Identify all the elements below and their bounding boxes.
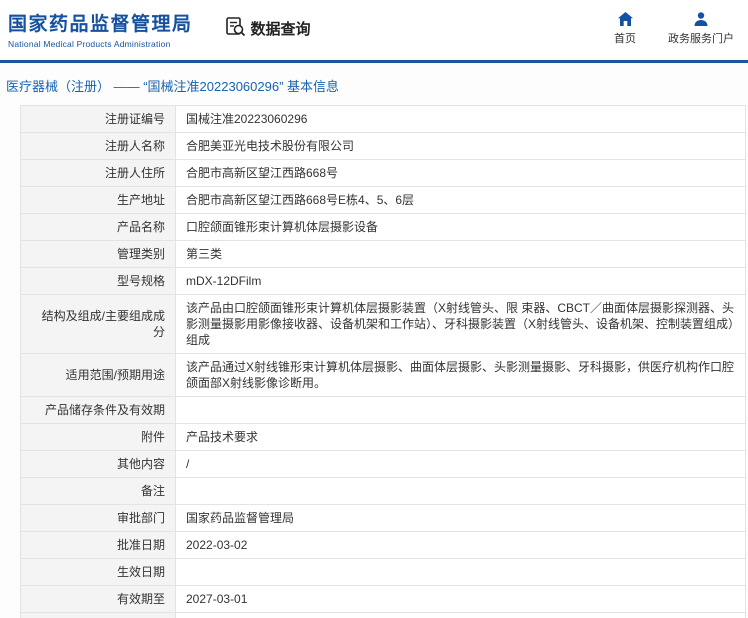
row-label: 变更情况 <box>20 612 176 618</box>
table-row: 适用范围/预期用途 该产品通过X射线锥形束计算机体层摄影、曲面体层摄影、头影测量… <box>20 353 746 397</box>
table-row: 批准日期 2022-03-02 <box>20 531 746 559</box>
row-value: 合肥市高新区望江西路668号 <box>175 159 746 187</box>
site-header: 国家药品监督管理局 National Medical Products Admi… <box>0 0 748 63</box>
table-row: 备注 <box>20 477 746 505</box>
table-row: 型号规格 mDX-12DFilm <box>20 267 746 295</box>
table-row: 注册人名称 合肥美亚光电技术股份有限公司 <box>20 132 746 160</box>
row-label: 有效期至 <box>20 585 176 613</box>
registration-info-table: 注册证编号 国械注准20223060296 注册人名称 合肥美亚光电技术股份有限… <box>20 105 746 618</box>
row-value: 该产品由口腔颌面锥形束计算机体层摄影装置（X射线管头、限 束器、CBCT／曲面体… <box>175 294 746 354</box>
row-value <box>175 558 746 586</box>
site-subtitle: National Medical Products Administration <box>8 39 171 49</box>
row-label: 结构及组成/主要组成成分 <box>20 294 176 354</box>
row-label: 批准日期 <box>20 531 176 559</box>
row-label: 生产地址 <box>20 186 176 214</box>
row-label: 生效日期 <box>20 558 176 586</box>
row-label: 其他内容 <box>20 450 176 478</box>
row-value: 产品技术要求 <box>175 423 746 451</box>
row-value: 合肥美亚光电技术股份有限公司 <box>175 132 746 160</box>
row-label: 备注 <box>20 477 176 505</box>
table-row: 结构及组成/主要组成成分 该产品由口腔颌面锥形束计算机体层摄影装置（X射线管头、… <box>20 294 746 354</box>
row-value: 2022-03-02 <box>175 531 746 559</box>
home-icon <box>617 11 634 27</box>
row-value: / <box>175 450 746 478</box>
brand: 国家药品监督管理局 National Medical Products Admi… <box>8 9 193 49</box>
row-label: 注册证编号 <box>20 105 176 133</box>
table-row: 变更情况 2022-03-16 “生产地址：合肥市高新区望江西路668号” 变更… <box>20 612 746 618</box>
row-value: 该产品通过X射线锥形束计算机体层摄影、曲面体层摄影、头影测量摄影、牙科摄影，供医… <box>175 353 746 397</box>
row-value: 合肥市高新区望江西路668号E栋4、5、6层 <box>175 186 746 214</box>
table-row: 审批部门 国家药品监督管理局 <box>20 504 746 532</box>
row-value: 国家药品监督管理局 <box>175 504 746 532</box>
header-right: 首页 政务服务门户 <box>610 11 734 46</box>
table-row: 产品名称 口腔颌面锥形束计算机体层摄影设备 <box>20 213 746 241</box>
page: 国家药品监督管理局 National Medical Products Admi… <box>0 0 748 618</box>
table-row: 注册证编号 国械注准20223060296 <box>20 105 746 133</box>
site-title: 国家药品监督管理局 <box>8 14 193 35</box>
row-value: 2027-03-01 <box>175 585 746 613</box>
data-query-nav[interactable]: 数据查询 <box>225 16 311 41</box>
data-query-icon <box>225 16 246 41</box>
table-row: 附件 产品技术要求 <box>20 423 746 451</box>
row-value: 2022-03-16 “生产地址：合肥市高新区望江西路668号” 变更为 “生产… <box>175 612 746 618</box>
data-query-label: 数据查询 <box>250 21 311 38</box>
table-row: 有效期至 2027-03-01 <box>20 585 746 613</box>
row-label: 审批部门 <box>20 504 176 532</box>
row-value: 第三类 <box>175 240 746 268</box>
page-title: 医疗器械（注册） —— “国械注准20223060296” 基本信息 <box>6 79 340 94</box>
portal-link-label: 政务服务门户 <box>668 33 734 45</box>
row-value <box>175 477 746 505</box>
home-link[interactable]: 首页 <box>610 11 640 46</box>
row-value <box>175 396 746 424</box>
home-link-label: 首页 <box>614 33 636 45</box>
row-label: 型号规格 <box>20 267 176 295</box>
row-label: 适用范围/预期用途 <box>20 353 176 397</box>
row-label: 管理类别 <box>20 240 176 268</box>
row-label: 附件 <box>20 423 176 451</box>
row-label: 注册人住所 <box>20 159 176 187</box>
row-value: 国械注准20223060296 <box>175 105 746 133</box>
row-value: mDX-12DFilm <box>175 267 746 295</box>
table-row: 产品储存条件及有效期 <box>20 396 746 424</box>
row-label: 产品名称 <box>20 213 176 241</box>
table-row: 注册人住所 合肥市高新区望江西路668号 <box>20 159 746 187</box>
row-label: 注册人名称 <box>20 132 176 160</box>
row-label: 产品储存条件及有效期 <box>20 396 176 424</box>
table-row: 生产地址 合肥市高新区望江西路668号E栋4、5、6层 <box>20 186 746 214</box>
table-row: 生效日期 <box>20 558 746 586</box>
portal-link[interactable]: 政务服务门户 <box>668 11 734 46</box>
user-icon <box>693 11 709 27</box>
table-row: 其他内容 / <box>20 450 746 478</box>
content: 医疗器械（注册） —— “国械注准20223060296” 基本信息 注册证编号… <box>0 63 748 618</box>
row-value: 口腔颌面锥形束计算机体层摄影设备 <box>175 213 746 241</box>
table-row: 管理类别 第三类 <box>20 240 746 268</box>
